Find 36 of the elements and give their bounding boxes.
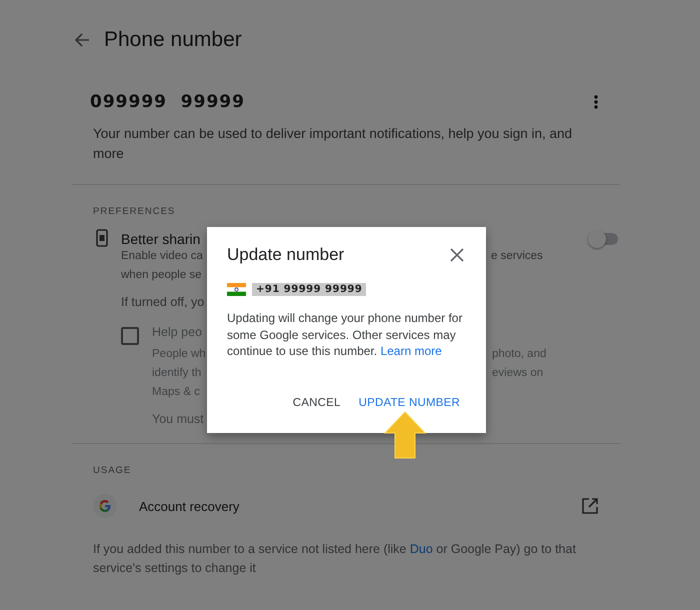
description-text: Your number can be used to deliver important notifications, help you sign in, and more — [92, 125, 574, 163]
phone-number: +91 99999 99999 — [252, 283, 366, 296]
footnote-text: You must — [152, 412, 205, 426]
toggle-switch[interactable] — [590, 233, 618, 245]
back-arrow-icon[interactable] — [74, 32, 90, 48]
cancel-button[interactable]: CANCEL — [286, 391, 347, 415]
description-text: e services — [491, 249, 543, 264]
note-text: If turned off, yo — [121, 295, 206, 309]
description-text: Maps & c — [152, 385, 200, 400]
dialog-message: Updating will change your phone number for some Google services. Other services may continue to use this number. Learn more — [227, 310, 464, 360]
phone-icon — [96, 229, 108, 247]
external-link-icon[interactable] — [582, 498, 598, 514]
update-number-button[interactable]: UPDATE NUMBER — [352, 391, 466, 415]
description-text: eviews on — [492, 366, 544, 381]
phone-number: 099999 99999 — [90, 92, 245, 112]
flag-icon — [227, 283, 246, 296]
description-text: photo, and — [492, 347, 546, 362]
description-text: when people se — [121, 268, 202, 283]
arrow-annotation — [384, 411, 426, 459]
learn-more-link[interactable]: Learn more — [380, 344, 442, 358]
setting-title: Better sharin — [121, 231, 200, 247]
description-text: Enable video ca — [121, 249, 203, 264]
usage-note: If you added this number to a service not listed here (like Duo or Google Pay) go to that service's settings to change it — [92, 541, 577, 577]
close-button[interactable] — [448, 246, 466, 264]
g-logo-icon — [93, 494, 117, 518]
checkbox[interactable] — [121, 327, 139, 345]
section-heading: PREFERENCES — [92, 205, 176, 217]
description-text: People wh — [152, 347, 206, 362]
duo-link[interactable]: Duo — [410, 542, 433, 556]
usage-item: Account recovery — [139, 498, 240, 514]
description-text: identify th — [152, 366, 202, 381]
section-heading: USAGE — [92, 464, 132, 476]
checkbox-label: Help peo — [152, 325, 202, 339]
more-options-icon[interactable] — [594, 95, 598, 109]
page-title: Phone number — [104, 28, 242, 52]
dialog-title: Update number — [227, 245, 344, 265]
